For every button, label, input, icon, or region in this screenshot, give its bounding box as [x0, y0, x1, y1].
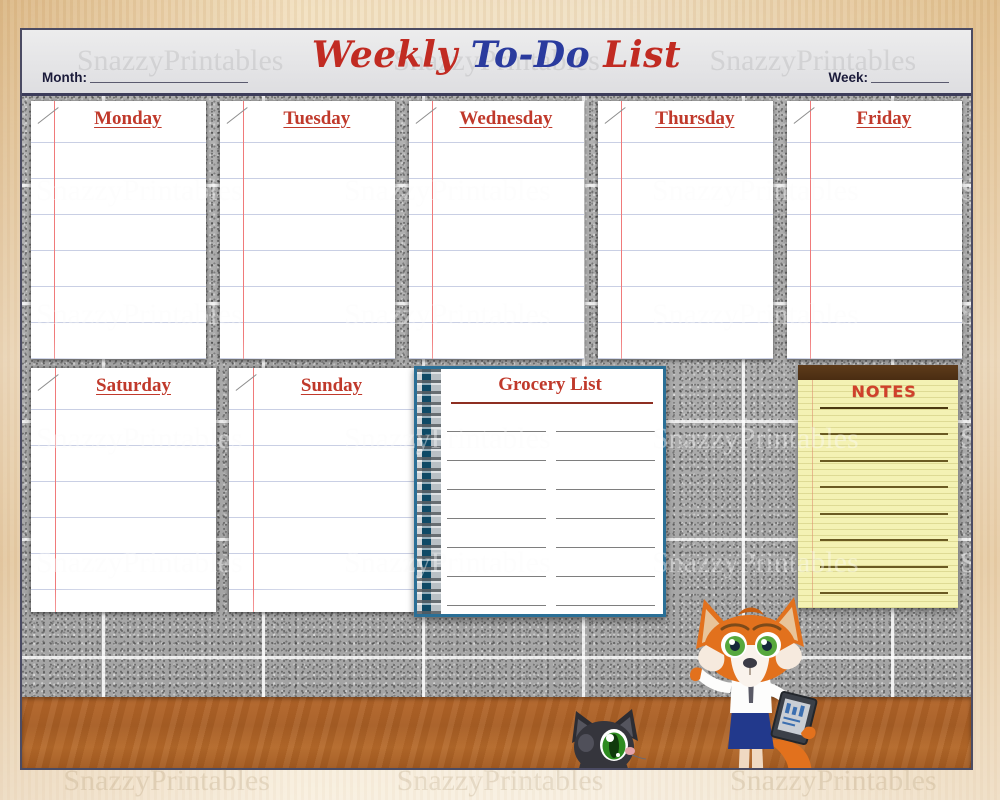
margin-line [242, 101, 244, 359]
grocery-write-line[interactable] [447, 502, 546, 519]
grocery-write-line[interactable] [556, 473, 655, 490]
grocery-write-line[interactable] [556, 531, 655, 548]
day-heading: Tuesday [283, 108, 351, 129]
title-word-list: List [603, 34, 682, 76]
ruled-lines [31, 368, 216, 612]
page-title: Weekly To-Do List [22, 34, 971, 76]
notes-write-line[interactable] [820, 539, 948, 542]
grocery-write-line[interactable] [556, 415, 655, 432]
sidebar-item-thursday[interactable]: Thursday [598, 101, 773, 359]
day-heading: Friday [856, 108, 912, 129]
notes-pad-header-strip [798, 365, 958, 380]
list-item[interactable] [447, 502, 655, 519]
grocery-write-line[interactable] [556, 589, 655, 606]
ruled-lines [220, 101, 395, 359]
notes-write-line[interactable] [820, 433, 948, 436]
notes-write-line[interactable] [820, 459, 948, 462]
sidebar-item-sunday[interactable]: Sunday [229, 368, 414, 612]
margin-line [55, 368, 57, 612]
day-heading: Monday [94, 108, 162, 129]
grocery-title-underline [451, 402, 653, 404]
list-item[interactable] [447, 415, 655, 432]
grocery-write-line[interactable] [556, 502, 655, 519]
sidebar-item-tuesday[interactable]: Tuesday [220, 101, 395, 359]
day-heading: Saturday [96, 375, 171, 396]
day-heading: Sunday [300, 375, 363, 396]
margin-line [620, 101, 622, 359]
spiral-coils [417, 369, 441, 614]
notes-write-lines [820, 407, 948, 594]
wooden-floor [22, 697, 971, 768]
day-heading: Thursday [655, 108, 735, 129]
grocery-write-line[interactable] [447, 589, 546, 606]
grocery-list-rows [447, 415, 655, 606]
notes-write-line[interactable] [820, 591, 948, 594]
day-heading: Wednesday [459, 108, 553, 129]
title-word-weekly: Weekly [311, 34, 458, 76]
grocery-list-notebook[interactable]: Grocery List [414, 366, 666, 617]
grocery-write-line[interactable] [447, 560, 546, 577]
sidebar-item-monday[interactable]: Monday [31, 101, 206, 359]
sheet-header: SnazzyPrintables SnazzyPrintables Snazzy… [22, 30, 971, 96]
ruled-lines [787, 101, 962, 359]
grocery-write-line[interactable] [447, 444, 546, 461]
ruled-lines [31, 101, 206, 359]
printable-sheet: SnazzyPrintables SnazzyPrintables Snazzy… [20, 28, 973, 770]
ruled-lines [409, 101, 584, 359]
grocery-write-line[interactable] [447, 473, 546, 490]
notes-write-line[interactable] [820, 512, 948, 515]
list-item[interactable] [447, 531, 655, 548]
spiral-binding-icon [417, 369, 441, 614]
margin-line [431, 101, 433, 359]
grocery-write-line[interactable] [447, 415, 546, 432]
title-word-todo: To-Do [470, 34, 591, 76]
watermark-text: SnazzyPrintables [960, 422, 971, 456]
list-item[interactable] [447, 444, 655, 461]
bulletin-board: SnazzyPrintables SnazzyPrintables Snazzy… [22, 96, 971, 768]
sidebar-item-wednesday[interactable]: Wednesday [409, 101, 584, 359]
watermark-text: SnazzyPrintables [960, 546, 971, 580]
month-input[interactable] [89, 82, 248, 83]
ruled-lines [229, 368, 414, 612]
grocery-write-line[interactable] [556, 444, 655, 461]
grocery-write-line[interactable] [447, 531, 546, 548]
margin-line [809, 101, 811, 359]
ruled-lines [598, 101, 773, 359]
list-item[interactable] [447, 473, 655, 490]
notes-title: NOTES [851, 382, 917, 401]
list-item[interactable] [447, 589, 655, 606]
notes-margin-line [812, 380, 813, 608]
week-input[interactable] [871, 82, 949, 83]
notes-write-line[interactable] [820, 565, 948, 568]
grocery-list-title: Grocery List [498, 374, 602, 395]
sidebar-item-saturday[interactable]: Saturday [31, 368, 216, 612]
grocery-write-line[interactable] [556, 560, 655, 577]
notes-pad[interactable]: NOTES [798, 365, 958, 608]
margin-line [53, 101, 55, 359]
sidebar-item-friday[interactable]: Friday [787, 101, 962, 359]
notes-write-line[interactable] [820, 407, 948, 409]
notes-write-line[interactable] [820, 486, 948, 489]
margin-line [253, 368, 255, 612]
list-item[interactable] [447, 560, 655, 577]
